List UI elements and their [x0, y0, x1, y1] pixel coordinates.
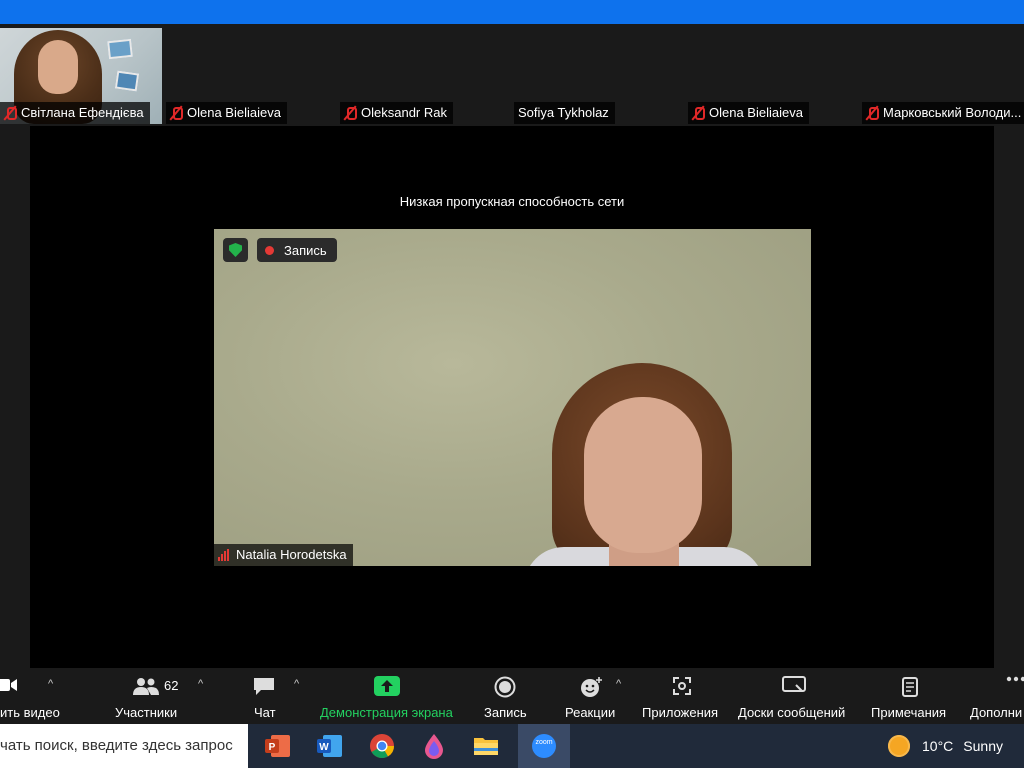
- chat-label: Чат: [254, 705, 276, 720]
- speaker-name: Natalia Horodetska: [236, 547, 347, 562]
- signal-bars-icon: [218, 549, 230, 561]
- paint-drop-icon: [425, 734, 443, 759]
- more-label: Дополни: [970, 705, 1023, 720]
- mic-muted-icon: [4, 106, 17, 120]
- record-icon: [494, 676, 516, 698]
- reactions-label: Реакции: [565, 705, 616, 720]
- video-button[interactable]: ить видео ^: [0, 668, 60, 724]
- chevron-up-icon[interactable]: ^: [48, 678, 53, 690]
- powerpoint-app[interactable]: P: [252, 724, 304, 768]
- participant-name: Sofiya Tykholaz: [518, 105, 609, 120]
- network-warning: Низкая пропускная способность сети: [399, 194, 625, 209]
- chevron-up-icon[interactable]: ^: [616, 678, 621, 690]
- participant-name: Olena Bieliaieva: [187, 105, 281, 120]
- participant-tile[interactable]: Olena Bieliaieva: [688, 28, 858, 124]
- sun-icon: [888, 735, 910, 757]
- notes-icon: [902, 677, 918, 697]
- chevron-up-icon[interactable]: ^: [294, 678, 299, 690]
- weather-condition: Sunny: [963, 738, 1003, 754]
- whiteboards-button[interactable]: Доски сообщений: [736, 668, 852, 724]
- whiteboard-icon: [782, 676, 806, 692]
- participant-tile[interactable]: Світлана Ефендієва: [0, 28, 162, 124]
- zoom-app[interactable]: zoom: [518, 724, 570, 768]
- participant-name-tag: Oleksandr Rak: [340, 102, 453, 124]
- window-title-bar: [0, 0, 1024, 24]
- stage-left-gutter: [0, 126, 30, 668]
- participant-name-tag: Марковський Володи...: [862, 102, 1024, 124]
- chat-bubble-icon: [254, 678, 274, 695]
- stage-right-gutter: [994, 126, 1024, 668]
- svg-text:P: P: [269, 742, 276, 753]
- word-app[interactable]: W: [304, 724, 356, 768]
- participant-tile[interactable]: Sofiya Tykholaz: [514, 28, 684, 124]
- participant-name: Світлана Ефендієва: [21, 105, 144, 120]
- meeting-toolbar: ить видео ^ 62 Участники ^ Чат ^ Демонст…: [0, 668, 1024, 724]
- participant-strip: Світлана Ефендієва Olena Bieliaieva Olek…: [0, 24, 1024, 126]
- apps-icon: [673, 677, 691, 695]
- more-button[interactable]: Дополни: [964, 668, 1024, 724]
- video-camera-icon: [0, 679, 17, 691]
- recording-label: Запись: [284, 242, 327, 258]
- weather-widget[interactable]: 10°C Sunny: [888, 724, 1003, 768]
- participant-name-tag: Olena Bieliaieva: [688, 102, 809, 124]
- shield-check-icon: [229, 243, 242, 257]
- participant-name-tag: Sofiya Tykholaz: [514, 102, 615, 124]
- share-screen-icon: [374, 676, 400, 696]
- os-taskbar: чать поиск, введите здесь запрос P W zoo…: [0, 724, 1024, 768]
- share-screen-button[interactable]: Демонстрация экрана: [316, 668, 458, 724]
- record-label: Запись: [484, 705, 527, 720]
- participants-count: 62: [164, 678, 179, 693]
- apps-button[interactable]: Приложения: [640, 668, 724, 724]
- zoom-icon-label: zoom: [535, 739, 553, 746]
- svg-text:W: W: [319, 742, 329, 753]
- participant-name: Марковський Володи...: [883, 105, 1022, 120]
- chrome-icon: [370, 734, 394, 759]
- more-dots-icon: [1006, 676, 1024, 682]
- file-explorer-icon: [474, 738, 498, 755]
- zoom-icon: [532, 734, 556, 758]
- whiteboards-label: Доски сообщений: [738, 705, 846, 720]
- notes-button[interactable]: Примечания: [868, 668, 952, 724]
- chat-button[interactable]: Чат ^: [244, 668, 314, 724]
- word-icon: W: [317, 735, 342, 757]
- participants-label: Участники: [115, 705, 178, 720]
- taskbar-search-input[interactable]: чать поиск, введите здесь запрос: [0, 724, 248, 768]
- participant-name: Oleksandr Rak: [361, 105, 447, 120]
- participant-tile[interactable]: Марковський Володи...: [862, 28, 1024, 124]
- reactions-button[interactable]: Реакции ^: [560, 668, 632, 724]
- encryption-badge[interactable]: [223, 238, 248, 262]
- paint-app[interactable]: [408, 724, 460, 768]
- speaker-name-tag: Natalia Horodetska: [214, 544, 353, 566]
- powerpoint-icon: P: [265, 735, 290, 757]
- reaction-emoji-icon: [581, 677, 602, 697]
- mic-muted-icon: [866, 106, 879, 120]
- participants-icon: [133, 678, 159, 695]
- file-explorer-app[interactable]: [460, 724, 512, 768]
- recording-indicator[interactable]: Запись: [257, 238, 337, 262]
- weather-temperature: 10°C: [922, 738, 954, 754]
- participant-tile[interactable]: Oleksandr Rak: [340, 28, 510, 124]
- mic-muted-icon: [344, 106, 357, 120]
- main-stage: Низкая пропускная способность сети Запис…: [30, 126, 994, 668]
- chevron-up-icon[interactable]: ^: [198, 678, 203, 690]
- active-speaker-video[interactable]: Запись Natalia Horodetska: [214, 229, 811, 566]
- chrome-app[interactable]: [356, 724, 408, 768]
- share-screen-label: Демонстрация экрана: [320, 705, 453, 720]
- record-button[interactable]: Запись: [478, 668, 532, 724]
- apps-label: Приложения: [642, 705, 719, 720]
- participant-name: Olena Bieliaieva: [709, 105, 803, 120]
- participant-name-tag: Olena Bieliaieva: [166, 102, 287, 124]
- notes-label: Примечания: [871, 705, 947, 720]
- participant-tile[interactable]: Olena Bieliaieva: [166, 28, 336, 124]
- participants-button[interactable]: 62 Участники ^: [110, 668, 220, 724]
- participant-name-tag: Світлана Ефендієва: [0, 102, 150, 124]
- record-dot-icon: [265, 245, 274, 255]
- mic-muted-icon: [170, 106, 183, 120]
- mic-muted-icon: [692, 106, 705, 120]
- video-label: ить видео: [0, 705, 60, 720]
